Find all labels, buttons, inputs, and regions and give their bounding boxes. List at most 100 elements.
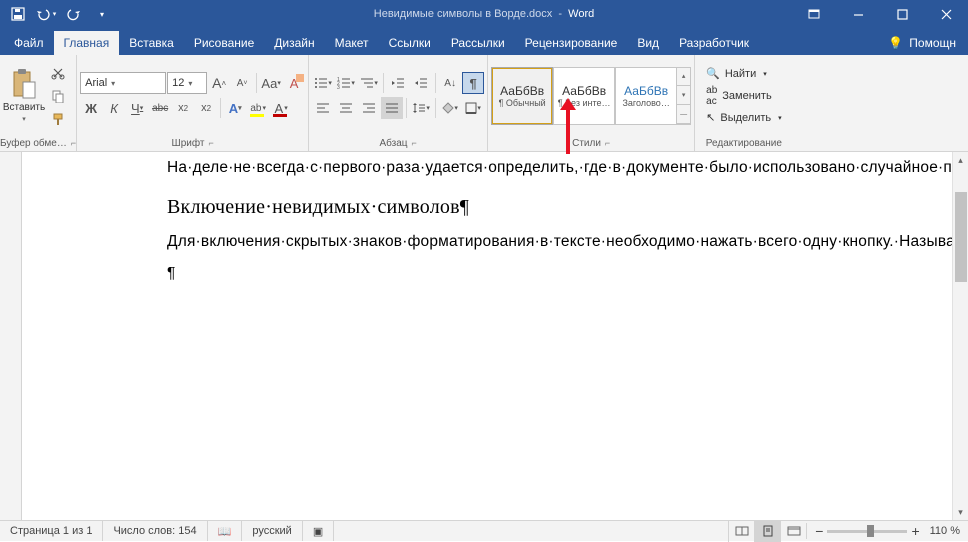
style-heading[interactable]: АаБбВвЗаголово… [615, 67, 677, 125]
ribbon-display-icon[interactable] [792, 0, 836, 28]
show-marks-button[interactable]: ¶ [462, 72, 484, 94]
bold-button[interactable]: Ж [80, 97, 102, 119]
clipboard-icon [11, 68, 37, 100]
maximize-icon[interactable] [880, 0, 924, 28]
style-no-spacing[interactable]: АаБбВв¶ Без инте… [553, 67, 615, 125]
zoom-level[interactable]: 110 % [930, 525, 960, 537]
vertical-scrollbar[interactable]: ▴ ▾ [952, 152, 968, 520]
superscript-button[interactable]: x2 [195, 97, 217, 119]
paragraph[interactable]: Для·включения·скрытых·знаков·форматирова… [167, 232, 832, 252]
dialog-launcher-icon[interactable]: ⌐ [605, 138, 610, 148]
italic-button[interactable]: К [103, 97, 125, 119]
status-page[interactable]: Страница 1 из 1 [0, 521, 103, 541]
group-clipboard: Вставить ▾ Буфер обме…⌐ [0, 55, 77, 151]
sort-button[interactable]: A↓ [439, 72, 461, 94]
vertical-ruler[interactable] [0, 152, 22, 520]
tab-home[interactable]: Главная [54, 31, 120, 55]
shrink-font-button[interactable]: A˅ [231, 72, 253, 94]
quick-access-toolbar: ▾ ▾ [0, 2, 114, 26]
strikethrough-button[interactable]: abc [149, 97, 171, 119]
style-normal[interactable]: АаБбВв¶ Обычный [491, 67, 553, 125]
find-button[interactable]: 🔍Найти▾ [702, 64, 785, 84]
font-size-combo[interactable]: 12▾ [167, 72, 207, 94]
replace-button[interactable]: abacЗаменить [702, 86, 785, 106]
zoom-slider[interactable] [827, 530, 907, 533]
align-right-button[interactable] [358, 97, 380, 119]
copy-button[interactable] [47, 85, 69, 107]
dialog-launcher-icon[interactable]: ⌐ [412, 138, 417, 148]
tab-mailings[interactable]: Рассылки [441, 31, 515, 55]
scroll-down-icon[interactable]: ▾ [953, 504, 968, 520]
redo-icon[interactable] [62, 2, 86, 26]
tab-references[interactable]: Ссылки [379, 31, 441, 55]
chevron-down-icon: ▾ [188, 79, 192, 88]
chevron-up-icon: ▴ [677, 68, 690, 87]
tab-view[interactable]: Вид [627, 31, 669, 55]
status-language[interactable]: русский [242, 521, 302, 541]
decrease-indent-button[interactable] [387, 72, 409, 94]
grow-font-button[interactable]: A˄ [208, 72, 230, 94]
subscript-button[interactable]: x2 [172, 97, 194, 119]
align-left-button[interactable] [312, 97, 334, 119]
highlight-button[interactable]: ab▾ [247, 97, 269, 119]
cursor-paragraph[interactable]: ¶ [167, 264, 832, 284]
view-print-icon[interactable] [754, 521, 780, 542]
paste-button[interactable]: Вставить ▾ [3, 58, 45, 134]
justify-button[interactable] [381, 97, 403, 119]
status-macro[interactable]: ▣ [303, 521, 334, 541]
align-center-button[interactable] [335, 97, 357, 119]
tab-file[interactable]: Файл [4, 31, 54, 55]
qat-more-icon[interactable]: ▾ [90, 2, 114, 26]
format-painter-button[interactable] [47, 108, 69, 130]
tab-layout[interactable]: Макет [325, 31, 379, 55]
dialog-launcher-icon[interactable]: ⌐ [71, 138, 76, 148]
search-icon: 🔍 [706, 67, 720, 80]
borders-button[interactable]: ▾ [462, 97, 484, 119]
view-web-icon[interactable] [780, 521, 806, 542]
undo-icon[interactable]: ▾ [34, 2, 58, 26]
underline-button[interactable]: Ч▾ [126, 97, 148, 119]
scroll-thumb[interactable] [955, 192, 967, 282]
window-controls [792, 0, 968, 28]
status-proofing[interactable]: 📖 [208, 521, 243, 541]
tab-developer[interactable]: Разработчик [669, 31, 759, 55]
numbering-button[interactable]: 123▾ [335, 72, 357, 94]
status-wordcount[interactable]: Число слов: 154 [103, 521, 207, 541]
title-bar: ▾ ▾ Невидимые символы в Ворде.docx - Wor… [0, 0, 968, 28]
change-case-button[interactable]: Aa▾ [260, 72, 282, 94]
group-font: Arial▾ 12▾ A˄ A˅ Aa▾ A Ж К Ч▾ abc x2 x2 … [77, 55, 309, 151]
zoom-out-button[interactable]: − [815, 523, 823, 539]
font-name-combo[interactable]: Arial▾ [80, 72, 166, 94]
document-content: На·деле·не·всегда·с·первого·раза·удается… [22, 152, 952, 284]
line-spacing-button[interactable]: ▾ [410, 97, 432, 119]
zoom-in-button[interactable]: + [911, 523, 919, 539]
dialog-launcher-icon[interactable]: ⌐ [208, 138, 213, 148]
tab-design[interactable]: Дизайн [264, 31, 324, 55]
tab-draw[interactable]: Рисование [184, 31, 264, 55]
paragraph[interactable]: На·деле·не·всегда·с·первого·раза·удается… [167, 158, 832, 178]
scroll-up-icon[interactable]: ▴ [953, 152, 968, 168]
tell-me[interactable]: 💡Помощн [878, 31, 968, 55]
shading-button[interactable]: ▾ [439, 97, 461, 119]
book-icon: 📖 [218, 525, 232, 538]
increase-indent-button[interactable] [410, 72, 432, 94]
cut-button[interactable] [47, 62, 69, 84]
tab-insert[interactable]: Вставка [119, 31, 184, 55]
view-read-icon[interactable] [728, 521, 754, 542]
text-effects-button[interactable]: A▾ [224, 97, 246, 119]
group-label: Шрифт [172, 138, 205, 149]
multilevel-list-button[interactable]: ▾ [358, 72, 380, 94]
app-name: Word [568, 8, 594, 20]
close-icon[interactable] [924, 0, 968, 28]
window-title: Невидимые символы в Ворде.docx - Word [374, 8, 594, 20]
save-icon[interactable] [6, 2, 30, 26]
clear-formatting-button[interactable]: A [283, 72, 305, 94]
bullets-button[interactable]: ▾ [312, 72, 334, 94]
heading[interactable]: Включение·невидимых·символов¶ [167, 194, 832, 220]
document-page[interactable]: На·деле·не·всегда·с·первого·раза·удается… [22, 152, 952, 520]
font-color-button[interactable]: A▾ [270, 97, 292, 119]
select-button[interactable]: ↖Выделить▾ [702, 108, 785, 128]
minimize-icon[interactable] [836, 0, 880, 28]
styles-more[interactable]: ▴▾⎼ [677, 67, 691, 125]
tab-review[interactable]: Рецензирование [515, 31, 628, 55]
